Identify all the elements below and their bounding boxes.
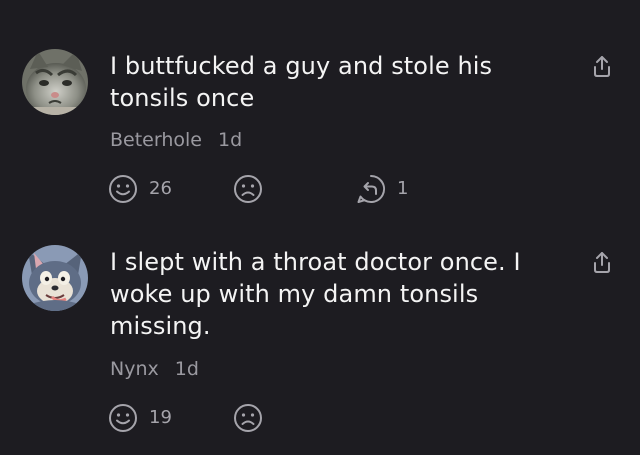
like-count: 26: [149, 178, 172, 199]
comment-text: I slept with a throat doctor once. I wok…: [110, 248, 521, 340]
comment-meta: Nynx 1d: [110, 357, 199, 381]
comment: I buttfucked a guy and stole his tonsils…: [0, 0, 640, 215]
happy-face-icon: [109, 404, 137, 432]
like-count: 19: [149, 407, 172, 428]
cat-avatar-icon: [22, 49, 88, 115]
comment-author[interactable]: Nynx: [110, 358, 159, 380]
reply-count: 1: [397, 178, 409, 199]
comment-text: I buttfucked a guy and stole his tonsils…: [110, 52, 493, 112]
comment-age: 1d: [218, 129, 243, 151]
comment: I slept with a throat doctor once. I wok…: [0, 215, 640, 455]
like-button[interactable]: 26: [108, 174, 172, 204]
sad-face-icon: [234, 175, 262, 203]
comment-age: 1d: [174, 358, 199, 380]
like-button[interactable]: 19: [108, 403, 172, 433]
comment-author[interactable]: Beterhole: [110, 129, 202, 151]
sad-face-icon: [234, 404, 262, 432]
share-icon[interactable]: [591, 54, 613, 78]
happy-face-icon: [109, 175, 137, 203]
comment-meta: Beterhole 1d: [110, 128, 242, 152]
dislike-button[interactable]: [233, 403, 263, 433]
reply-button[interactable]: 1: [356, 174, 408, 204]
dislike-button[interactable]: [233, 174, 263, 204]
reply-bubble-icon: [357, 174, 386, 203]
avatar[interactable]: [22, 49, 88, 115]
avatar[interactable]: [22, 245, 88, 311]
share-icon[interactable]: [591, 250, 613, 274]
tom-cat-avatar-icon: [22, 245, 88, 311]
